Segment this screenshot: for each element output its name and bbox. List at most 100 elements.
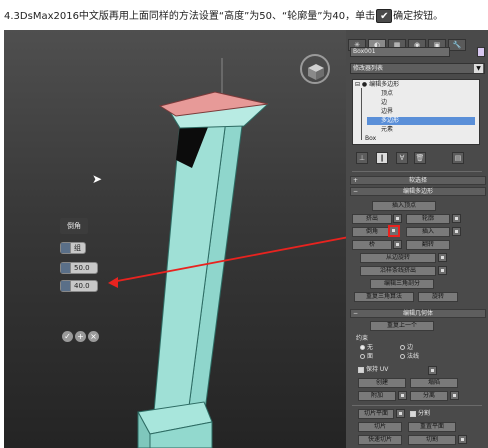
utilities-tab[interactable]: 🔧 xyxy=(448,39,466,51)
constraint-none-label: 无 xyxy=(367,344,374,351)
object-color-swatch[interactable] xyxy=(477,47,485,57)
rollout-collapse-icon: − xyxy=(353,188,359,195)
attach-settings-icon[interactable] xyxy=(398,391,407,400)
rollout-edit-polygons-label: 编辑多边形 xyxy=(402,188,433,195)
checkbox-icon xyxy=(410,410,416,417)
stack-item-vertex[interactable]: 顶点 xyxy=(381,90,393,98)
pin-stack-icon[interactable]: ⊥ xyxy=(356,152,368,164)
turn-button[interactable]: 旋转 xyxy=(418,292,458,302)
constraint-edge-radio[interactable]: 边 xyxy=(400,344,413,352)
attach-button[interactable]: 附加 xyxy=(358,391,396,401)
command-panel: ✳ ◐ ▦ ◉ ▣ 🔧 Box001 修改器列表 ▼ ⊟ ● 编辑多边形 顶点 边 边界 多… xyxy=(346,30,488,448)
caption-text-before: 4.3DsMax2016中文版再用上面同样的方法设置“高度”为50、“轮廓量”为… xyxy=(4,11,376,22)
remove-modifier-icon[interactable]: 🗑 xyxy=(414,152,426,164)
mouse-cursor-icon: ➤ xyxy=(92,172,103,186)
bevel-button[interactable]: 倒角 xyxy=(352,227,392,237)
stack-root-label: 编辑多边形 xyxy=(369,81,400,88)
caddy-title: 倒角 xyxy=(60,218,88,234)
extrude-settings-icon[interactable] xyxy=(393,214,402,223)
constraint-normal-radio[interactable]: 法线 xyxy=(400,353,419,361)
bridge-settings-icon[interactable] xyxy=(393,240,402,249)
caddy-height-field[interactable]: 50.0 xyxy=(60,262,98,274)
rollout-expand-icon: + xyxy=(353,177,359,184)
repeat-last-button[interactable]: 重复上一个 xyxy=(370,321,434,331)
constraints-label: 约束 xyxy=(356,335,369,342)
rollout-soft-selection-label: 软选择 xyxy=(408,177,427,184)
show-end-result-icon[interactable]: ❙ xyxy=(376,152,388,164)
rollout-edit-polygons[interactable]: − 编辑多边形 xyxy=(350,187,486,196)
stack-item-polygon[interactable]: 多边形 xyxy=(367,117,475,125)
make-unique-icon[interactable]: ∀ xyxy=(396,152,408,164)
extrude-spline-settings-icon[interactable] xyxy=(438,266,447,275)
slice-button[interactable]: 切片 xyxy=(358,422,402,432)
cut-settings-icon[interactable] xyxy=(458,435,467,444)
constraint-face-radio[interactable]: 面 xyxy=(360,353,373,361)
modifier-list-dropdown[interactable]: 修改器列表 ▼ xyxy=(350,63,485,74)
cut-button[interactable]: 切割 xyxy=(408,435,456,445)
outline-button[interactable]: 轮廓 xyxy=(406,214,450,224)
annotation-arrowhead xyxy=(108,277,118,288)
reset-plane-button[interactable]: 重置平面 xyxy=(408,422,456,432)
outline-settings-icon[interactable] xyxy=(452,214,461,223)
checkmark-ok-icon xyxy=(376,9,393,25)
preserve-uv-checkbox[interactable]: 保持 UV xyxy=(358,366,388,374)
configure-sets-icon[interactable]: ▤ xyxy=(452,152,464,164)
pillar-scene xyxy=(108,54,346,448)
height-icon xyxy=(61,263,71,273)
detach-settings-icon[interactable] xyxy=(450,391,459,400)
create-button[interactable]: 创建 xyxy=(358,378,406,388)
inset-settings-icon[interactable] xyxy=(452,227,461,236)
command-panel-tabs: ✳ ◐ ▦ ◉ ▣ 🔧 xyxy=(348,32,486,51)
stack-tree-line xyxy=(361,88,362,140)
instruction-caption: 4.3DsMax2016中文版再用上面同样的方法设置“高度”为50、“轮廓量”为… xyxy=(4,9,443,25)
checkbox-icon xyxy=(358,366,364,373)
rollout-edit-geometry[interactable]: − 编辑几何体 xyxy=(350,309,486,318)
caddy-outline-field[interactable]: 40.0 xyxy=(60,280,98,292)
caddy-mode-select[interactable]: 组 xyxy=(60,242,86,254)
stack-tools: ⊥ ❙ ∀ 🗑 ▤ xyxy=(352,152,480,164)
quickslice-button[interactable]: 快速切片 xyxy=(358,435,402,445)
split-label: 分割 xyxy=(418,410,431,417)
modifier-stack[interactable]: ⊟ ● 编辑多边形 顶点 边 边界 多边形 元素 Box xyxy=(352,79,480,145)
slice-plane-settings-icon[interactable] xyxy=(396,409,405,418)
preserve-uv-settings-icon[interactable] xyxy=(428,366,437,375)
extrude-along-spline-button[interactable]: 沿样条线挤出 xyxy=(360,266,436,276)
stack-item-border[interactable]: 边界 xyxy=(381,108,393,116)
hinge-settings-icon[interactable] xyxy=(438,253,447,262)
rollout-edit-geometry-label: 编辑几何体 xyxy=(402,310,433,317)
stack-item-edge[interactable]: 边 xyxy=(381,99,387,107)
stack-item-edit-poly[interactable]: ⊟ ● 编辑多边形 xyxy=(355,81,399,89)
caddy-outline-value: 40.0 xyxy=(74,282,90,290)
hinge-from-edge-button[interactable]: 从边旋转 xyxy=(360,253,436,263)
insert-vertex-button[interactable]: 插入顶点 xyxy=(372,201,436,211)
rollout-soft-selection[interactable]: + 软选择 xyxy=(350,176,486,185)
modifier-list-label: 修改器列表 xyxy=(353,65,384,72)
ok-check-icon[interactable]: ✓ xyxy=(62,331,73,342)
slice-plane-button[interactable]: 切片平面 xyxy=(358,409,394,419)
object-name-field[interactable]: Box001 xyxy=(350,47,450,57)
rollout-collapse-icon: − xyxy=(353,310,359,317)
group-mode-icon xyxy=(61,243,71,253)
stack-item-element[interactable]: 元素 xyxy=(381,126,393,134)
split-checkbox[interactable]: 分割 xyxy=(410,410,430,418)
bevel-settings-icon[interactable] xyxy=(388,225,400,237)
apply-plus-icon[interactable]: + xyxy=(75,331,86,342)
retriangulate-button[interactable]: 重复三角算法 xyxy=(354,292,414,302)
constraint-none-radio[interactable]: 无 xyxy=(360,344,373,352)
cancel-x-icon[interactable]: × xyxy=(88,331,99,342)
extrude-button[interactable]: 挤出 xyxy=(352,214,392,224)
bridge-button[interactable]: 桥 xyxy=(352,240,392,250)
stack-item-box[interactable]: Box xyxy=(365,135,376,143)
flip-button[interactable]: 翻转 xyxy=(406,240,450,250)
constraint-edge-label: 边 xyxy=(407,344,414,351)
caddy-mode-value: 组 xyxy=(74,244,81,252)
radio-icon xyxy=(360,354,365,359)
divider xyxy=(352,171,482,172)
collapse-button[interactable]: 塌陷 xyxy=(410,378,458,388)
caddy-height-value: 50.0 xyxy=(74,264,90,272)
inset-button[interactable]: 插入 xyxy=(406,227,450,237)
detach-button[interactable]: 分离 xyxy=(410,391,448,401)
edit-triangulation-button[interactable]: 编辑三角剖分 xyxy=(370,279,434,289)
radio-icon xyxy=(360,345,365,350)
perspective-viewport[interactable]: ➤ 倒角 组 50.0 40.0 ✓ + × xyxy=(4,30,346,448)
